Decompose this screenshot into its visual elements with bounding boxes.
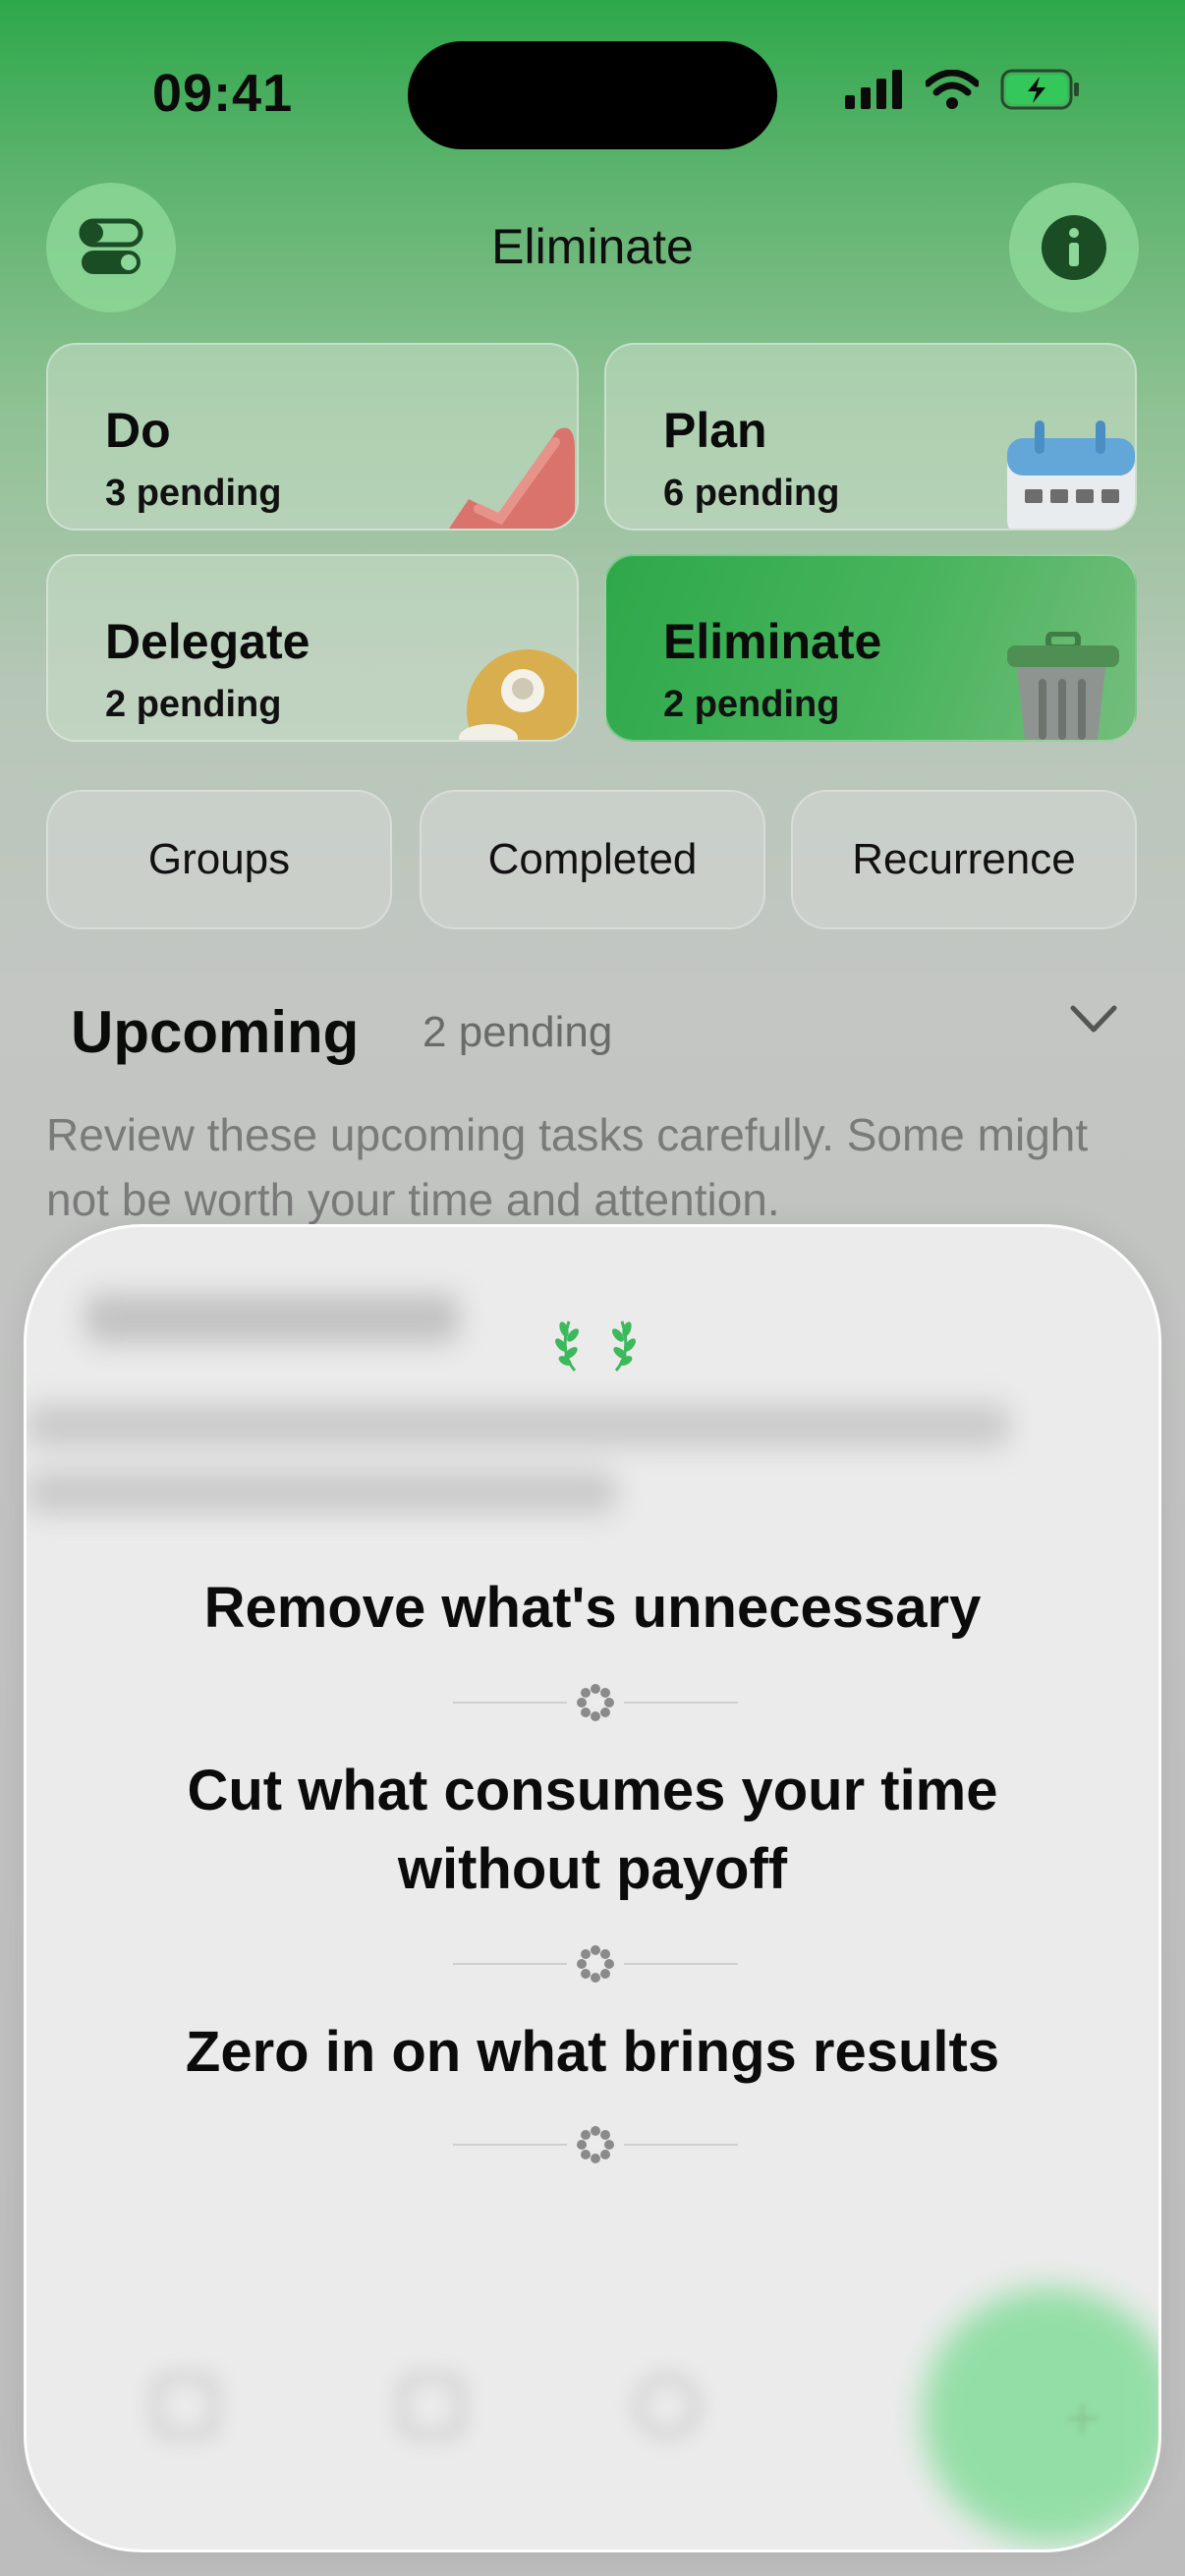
upcoming-title: Upcoming xyxy=(71,999,360,1065)
quadrant-title: Delegate xyxy=(105,614,310,669)
quadrant-count: 3 pending xyxy=(105,473,282,514)
quadrant-count: 6 pending xyxy=(663,473,840,514)
quadrant-title: Eliminate xyxy=(663,614,882,669)
quadrant-title: Plan xyxy=(663,403,767,458)
blurred-section-title xyxy=(85,1294,459,1343)
status-icons xyxy=(845,69,1081,110)
info-icon xyxy=(1042,215,1106,280)
checkmark-icon xyxy=(449,427,575,529)
info-sheet[interactable]: Remove what's unnecessary Cut what consu… xyxy=(24,1224,1161,2552)
blurred-add-button xyxy=(923,2288,1158,2544)
upcoming-description: Review these upcoming tasks carefully. S… xyxy=(46,1109,1089,1225)
divider xyxy=(453,2125,738,2164)
quadrant-card-eliminate[interactable]: Eliminate 2 pending xyxy=(604,554,1137,742)
quadrant-count: 2 pending xyxy=(663,684,840,725)
people-icon xyxy=(459,649,577,740)
calendar-icon xyxy=(1007,420,1135,529)
blurred-tab-icon xyxy=(400,2375,463,2437)
battery-charging-icon xyxy=(1000,69,1079,110)
info-button[interactable] xyxy=(1009,183,1139,312)
quadrant-card-plan[interactable]: Plan 6 pending xyxy=(604,343,1137,531)
sheet-line-1: Remove what's unnecessary xyxy=(203,1576,982,1640)
status-time: 09:41 xyxy=(152,64,294,123)
quadrant-card-do[interactable]: Do 3 pending xyxy=(46,343,579,531)
quadrant-title: Do xyxy=(105,403,171,458)
completed-button[interactable]: Completed xyxy=(420,790,765,929)
recurrence-button[interactable]: Recurrence xyxy=(791,790,1137,929)
knot-icon xyxy=(577,1945,614,1983)
quadrant-count: 2 pending xyxy=(105,684,282,725)
knot-icon xyxy=(577,1684,614,1721)
laurel-icon xyxy=(555,1320,636,1372)
wifi-icon xyxy=(926,70,979,109)
sheet-line-3: Zero in on what brings results xyxy=(185,2020,1000,2084)
page-title: Eliminate xyxy=(491,219,694,274)
sheet-line-2a: Cut what consumes your time xyxy=(187,1759,998,1822)
blurred-tab-icon xyxy=(154,2375,217,2437)
quadrant-card-delegate[interactable]: Delegate 2 pending xyxy=(46,554,579,742)
divider xyxy=(453,1683,738,1722)
knot-icon xyxy=(577,2126,614,2163)
chevron-down-icon[interactable] xyxy=(1069,1000,1118,1039)
upcoming-count: 2 pending xyxy=(423,1008,613,1056)
trash-bin-icon xyxy=(1007,632,1119,740)
divider xyxy=(453,1944,738,1984)
cellular-signal-icon xyxy=(845,70,902,109)
dynamic-island xyxy=(408,41,777,149)
blurred-section-description xyxy=(27,1404,1058,1514)
sheet-line-2b: without payoff xyxy=(397,1837,788,1901)
groups-button[interactable]: Groups xyxy=(46,790,392,929)
blurred-tab-bar xyxy=(66,2306,950,2512)
plus-icon: + xyxy=(1064,2385,1100,2451)
blurred-search-icon xyxy=(636,2375,699,2437)
